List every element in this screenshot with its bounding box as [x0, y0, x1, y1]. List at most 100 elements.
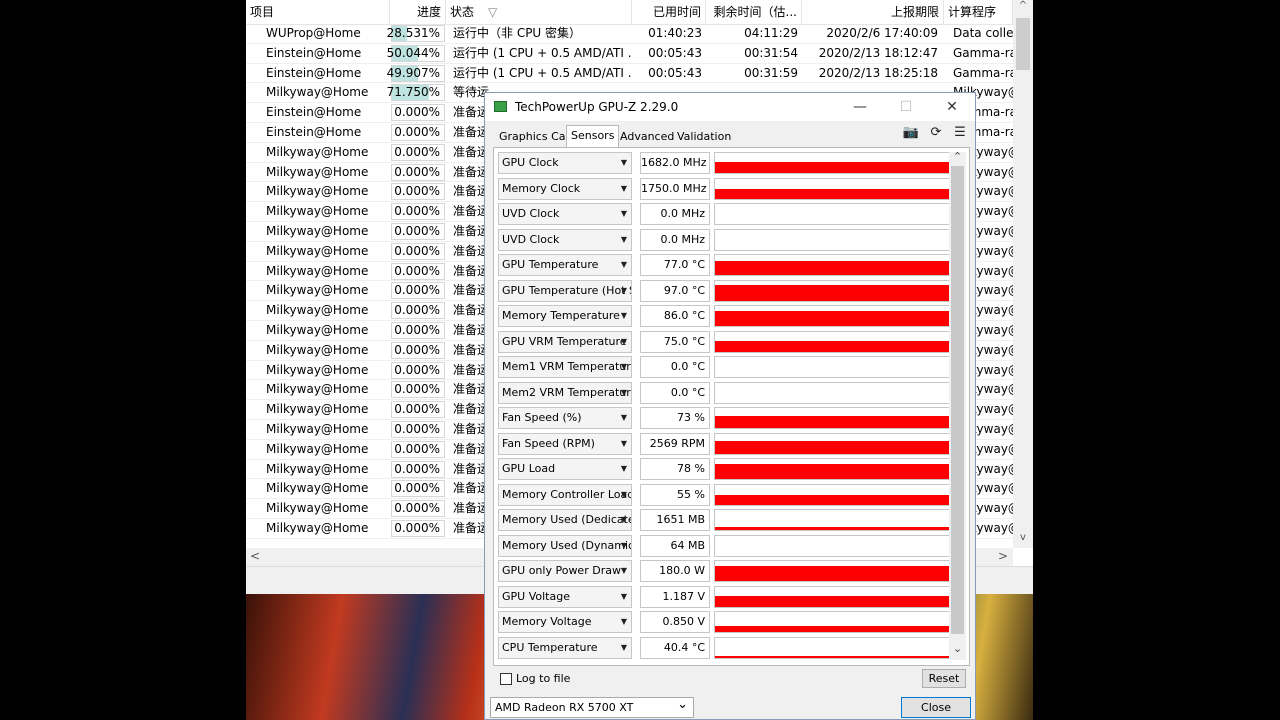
- sensor-row: GPU Load ▼ 78 %: [498, 458, 950, 480]
- sensor-name-dropdown[interactable]: Mem2 VRM Temperature ▼: [498, 381, 632, 404]
- sensor-row: Mem2 VRM Temperature ▼ 0.0 °C: [498, 381, 950, 404]
- sensors-scrollbar[interactable]: ⌃ ⌄: [949, 150, 966, 660]
- column-header-status[interactable]: 状态 ▽: [446, 0, 632, 24]
- sensor-name-dropdown[interactable]: GPU Temperature (Hot Spot)▼: [498, 279, 632, 302]
- sensors-scroll-down-icon[interactable]: ⌄: [949, 642, 966, 655]
- camera-icon[interactable]: 📷: [902, 124, 920, 142]
- sensor-name-dropdown[interactable]: Mem1 VRM Temperature ▼: [498, 356, 632, 378]
- sensor-graph-fill: [715, 595, 949, 607]
- sensor-name-dropdown[interactable]: CPU Temperature ▼: [498, 636, 632, 659]
- sensor-name-dropdown[interactable]: Memory Used (Dynamic) ▼: [498, 534, 632, 557]
- gpuz-logo-icon: [494, 101, 507, 112]
- sensor-graph-fill: [715, 340, 949, 352]
- progress-bar: 0.000%: [391, 124, 445, 141]
- tab-sensors[interactable]: Sensors: [566, 125, 620, 148]
- sensor-name-dropdown[interactable]: Memory Controller Load ▼: [498, 483, 632, 506]
- table-row[interactable]: Einstein@Home 50.044% 运行中 (1 CPU + 0.5 AMD…: [246, 44, 1013, 64]
- progress-bar: 0.000%: [391, 143, 445, 161]
- task-project: Milkyway@Home: [266, 441, 369, 456]
- tab-validation[interactable]: Validation: [673, 127, 735, 147]
- sensor-name-dropdown[interactable]: UVD Clock ▼: [498, 228, 632, 251]
- scroll-up-icon[interactable]: ^: [1013, 0, 1033, 16]
- progress-bar: 0.000%: [391, 381, 445, 399]
- chevron-down-icon: ▼: [620, 566, 627, 575]
- sensor-name-dropdown[interactable]: GPU Temperature ▼: [498, 254, 632, 276]
- sensor-name-dropdown[interactable]: Memory Temperature ▼: [498, 305, 632, 327]
- table-row[interactable]: Einstein@Home 49.907% 运行中 (1 CPU + 0.5 AMD…: [246, 64, 1013, 84]
- maximize-button[interactable]: ☐: [883, 93, 929, 121]
- close-button[interactable]: Close: [901, 697, 971, 718]
- sensor-graph: [714, 152, 950, 174]
- log-to-file-label: Log to file: [516, 672, 571, 685]
- minimize-button[interactable]: —: [837, 93, 883, 121]
- refresh-icon[interactable]: ⟳: [927, 124, 945, 142]
- chevron-down-icon: ▼: [620, 617, 627, 626]
- task-remaining: 04:11:29: [744, 26, 798, 40]
- sensor-name-dropdown[interactable]: Memory Voltage ▼: [498, 611, 632, 633]
- task-project: Milkyway@Home: [266, 184, 369, 199]
- sensor-value: 78 %: [640, 458, 710, 480]
- progress-bar: 0.000%: [391, 242, 445, 260]
- chevron-right-icon[interactable]: >: [998, 549, 1008, 563]
- progress-bar: 0.000%: [391, 223, 445, 240]
- sensors-scroll-up-icon[interactable]: ⌃: [949, 150, 966, 163]
- sensor-name: GPU Clock: [502, 156, 559, 169]
- tasks-vertical-scrollbar[interactable]: ^ v: [1013, 0, 1033, 548]
- progress-text: 0.000%: [394, 422, 440, 436]
- task-status: 运行中 (1 CPU + 0.5 AMD/ATI ...: [453, 65, 631, 80]
- column-header-progress[interactable]: 进度: [390, 0, 446, 24]
- menu-icon[interactable]: ☰: [951, 124, 969, 142]
- chevron-down-icon: ▼: [620, 311, 627, 320]
- column-header-deadline[interactable]: 上报期限: [802, 0, 944, 24]
- sensor-graph: [714, 305, 950, 327]
- tab-advanced[interactable]: Advanced: [616, 127, 678, 147]
- sensor-graph: [714, 381, 950, 404]
- gpuz-window: TechPowerUp GPU-Z 2.29.0 — ☐ ✕ Graphics …: [484, 92, 976, 720]
- progress-text: 0.000%: [394, 441, 440, 456]
- close-window-button[interactable]: ✕: [929, 93, 975, 121]
- progress-bar: 0.000%: [391, 440, 445, 458]
- chevron-down-icon: ▼: [620, 209, 627, 218]
- sensor-name-dropdown[interactable]: GPU only Power Draw ▼: [498, 560, 632, 582]
- tasks-table-header: 项目 进度 状态 ▽ 已用时间 剩余时间（估... 上报期限 计算程序: [246, 0, 1013, 25]
- sensors-scrollbar-thumb[interactable]: [951, 166, 964, 634]
- gpuz-titlebar[interactable]: TechPowerUp GPU-Z 2.29.0 — ☐ ✕: [485, 93, 975, 121]
- task-project: Milkyway@Home: [266, 323, 369, 337]
- column-header-app[interactable]: 计算程序: [944, 0, 1013, 24]
- sensor-value: 1682.0 MHz: [640, 152, 710, 174]
- sensor-name-dropdown[interactable]: GPU VRM Temperature ▼: [498, 330, 632, 353]
- progress-bar: 0.000%: [391, 104, 445, 122]
- sensor-name-dropdown[interactable]: GPU Voltage ▼: [498, 585, 632, 608]
- table-row[interactable]: WUProp@Home 28.531% 运行中（非 CPU 密集） 01:40:23 0…: [246, 24, 1013, 44]
- progress-bar: 0.000%: [391, 421, 445, 438]
- sensor-name: UVD Clock: [502, 207, 560, 220]
- scroll-down-icon[interactable]: v: [1013, 532, 1033, 548]
- task-deadline: 2020/2/6 17:40:09: [826, 26, 938, 40]
- column-header-elapsed[interactable]: 已用时间: [632, 0, 706, 24]
- gpu-select-dropdown[interactable]: AMD Radeon RX 5700 XT ⌄: [490, 697, 694, 718]
- sensor-name-dropdown[interactable]: Memory Used (Dedicated) ▼: [498, 509, 632, 531]
- sensor-name: Mem1 VRM Temperature: [502, 360, 632, 373]
- sensor-row: GPU only Power Draw ▼ 180.0 W: [498, 560, 950, 582]
- task-project: Milkyway@Home: [266, 204, 369, 219]
- sensor-name-dropdown[interactable]: Fan Speed (RPM) ▼: [498, 432, 632, 455]
- progress-text: 0.000%: [394, 342, 440, 357]
- task-project: Milkyway@Home: [266, 461, 369, 476]
- progress-text: 0.000%: [394, 243, 440, 258]
- progress-text: 0.000%: [394, 125, 440, 139]
- sensor-name-dropdown[interactable]: Fan Speed (%) ▼: [498, 407, 632, 429]
- sensor-value: 1750.0 MHz: [640, 177, 710, 200]
- sensor-name-dropdown[interactable]: UVD Clock ▼: [498, 203, 632, 225]
- chevron-left-icon[interactable]: <: [250, 549, 260, 563]
- sensor-row: Memory Controller Load ▼ 55 %: [498, 483, 950, 506]
- reset-button[interactable]: Reset: [922, 669, 966, 688]
- sensor-name-dropdown[interactable]: Memory Clock ▼: [498, 177, 632, 200]
- sensor-name-dropdown[interactable]: GPU Load ▼: [498, 458, 632, 480]
- sensor-name-dropdown[interactable]: GPU Clock ▼: [498, 152, 632, 174]
- scrollbar-thumb[interactable]: [1016, 18, 1030, 70]
- chevron-down-icon: ▼: [620, 234, 627, 244]
- column-header-project[interactable]: 项目: [246, 0, 390, 24]
- task-project: Milkyway@Home: [266, 263, 369, 278]
- log-to-file-checkbox[interactable]: [500, 673, 512, 685]
- column-header-remaining[interactable]: 剩余时间（估...: [706, 0, 802, 24]
